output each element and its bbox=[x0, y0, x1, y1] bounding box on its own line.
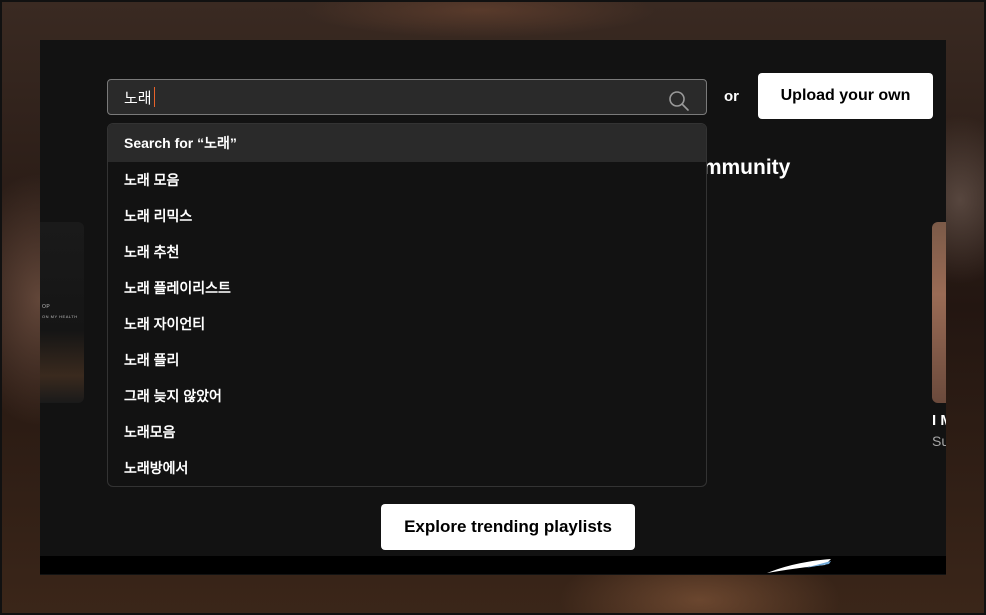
search-icon[interactable] bbox=[668, 90, 690, 112]
text-caret bbox=[153, 87, 155, 107]
card-right-title: I M bbox=[932, 412, 946, 429]
search-input[interactable]: 노래 bbox=[107, 79, 707, 115]
search-input-value: 노래 bbox=[124, 89, 152, 107]
suggestion-item[interactable]: 노래 플리 bbox=[108, 342, 706, 378]
search-for-prefix: Search for “ bbox=[124, 135, 205, 151]
suggestion-item[interactable]: 노래 추천 bbox=[108, 234, 706, 270]
card-left-line2: ON MY HEALTH bbox=[42, 314, 78, 319]
suggestion-item[interactable]: 노래 자이언티 bbox=[108, 306, 706, 342]
search-for-suffix: ” bbox=[229, 135, 237, 151]
suggestion-item[interactable]: 노래방에서 bbox=[108, 450, 706, 486]
suggestion-item[interactable]: 그래 늦지 않았어 bbox=[108, 378, 706, 414]
search-for-suggestion[interactable]: Search for “노래 ” bbox=[108, 124, 706, 162]
search-for-query: 노래 bbox=[204, 135, 230, 151]
explore-trending-playlists-button[interactable]: Explore trending playlists bbox=[381, 504, 635, 550]
card-left-line1: OP bbox=[42, 304, 51, 310]
carousel-card-right[interactable] bbox=[932, 222, 946, 403]
upload-your-own-button[interactable]: Upload your own bbox=[758, 73, 933, 119]
card-right-subtitle: Su bbox=[932, 433, 946, 449]
suggestion-item[interactable]: 노래 모음 bbox=[108, 162, 706, 198]
search-suggestions-dropdown: Search for “노래 ” 노래 모음 노래 리믹스 노래 추천 노래 플… bbox=[107, 123, 707, 487]
or-label: or bbox=[724, 88, 739, 105]
suggestion-item[interactable]: 노래 플레이리스트 bbox=[108, 270, 706, 306]
swoosh-decoration bbox=[767, 559, 831, 573]
carousel-card-left[interactable]: OP ON MY HEALTH bbox=[40, 222, 84, 403]
suggestion-item[interactable]: 노래 리믹스 bbox=[108, 198, 706, 234]
suggestion-item[interactable]: 노래모음 bbox=[108, 414, 706, 450]
